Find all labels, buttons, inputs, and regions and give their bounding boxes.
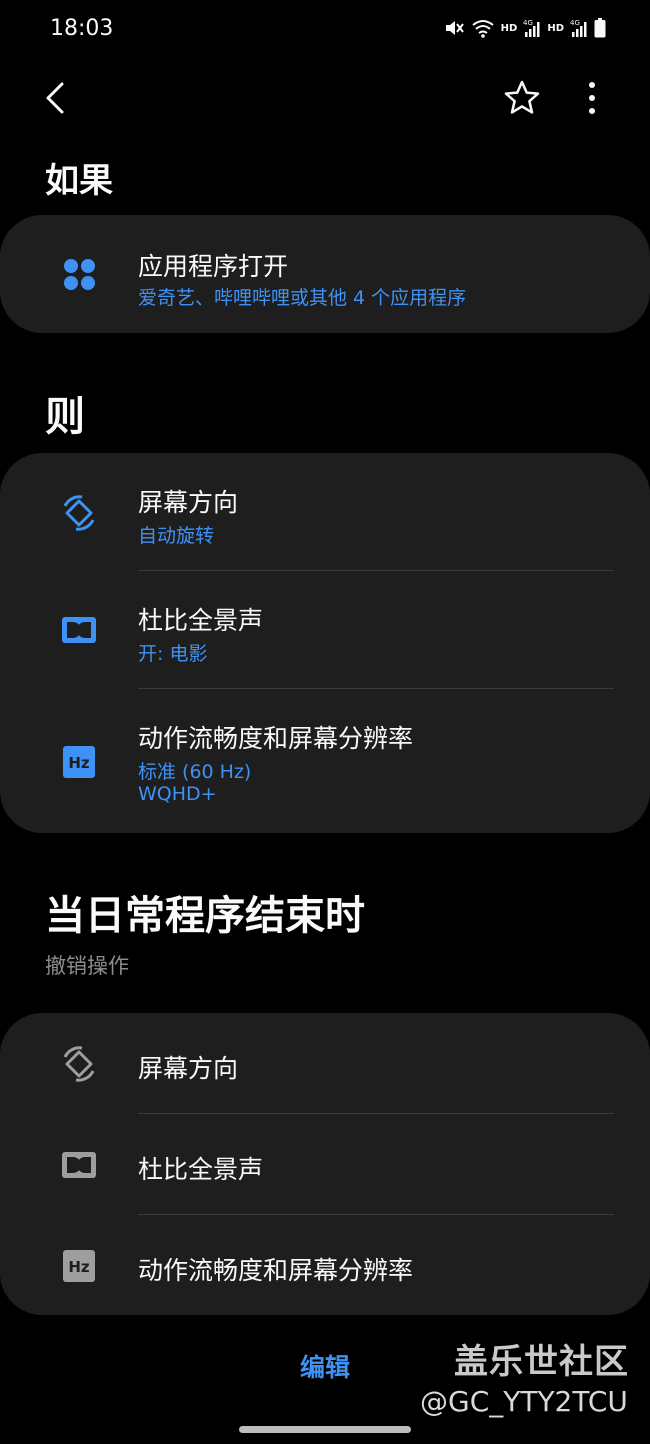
- if-section-title: 如果: [45, 161, 113, 201]
- signal-4g-icon: 4G: [523, 19, 540, 37]
- status-icons: HD 4G HD 4G: [443, 17, 606, 39]
- action-subtitle: 自动旋转: [138, 525, 215, 547]
- hd-label: HD: [547, 22, 564, 34]
- if-card: 应用程序打开 爱奇艺、哔哩哔哩或其他 4 个应用程序: [0, 215, 650, 333]
- undo-row-screen-orientation[interactable]: 屏幕方向: [0, 1013, 650, 1114]
- trigger-subtitle: 爱奇艺、哔哩哔哩或其他 4 个应用程序: [138, 287, 467, 309]
- undo-row-motion-smoothness[interactable]: Hz 动作流畅度和屏幕分辨率: [0, 1215, 650, 1315]
- trigger-app-open-row[interactable]: 应用程序打开 爱奇艺、哔哩哔哩或其他 4 个应用程序: [0, 215, 650, 333]
- svg-text:Hz: Hz: [68, 754, 90, 772]
- status-bar: 18:03 HD 4G HD 4G: [0, 0, 650, 60]
- star-icon: [504, 80, 540, 114]
- wifi-icon: [472, 20, 494, 38]
- svg-text:4G: 4G: [523, 19, 533, 27]
- action-subtitle: 开: 电影: [138, 643, 208, 665]
- undo-title: 动作流畅度和屏幕分辨率: [138, 1256, 414, 1285]
- back-icon: [46, 82, 64, 114]
- rotate-icon: [63, 1046, 95, 1082]
- rotate-icon: [63, 495, 95, 531]
- action-subtitle: 标准 (60 Hz): [138, 761, 252, 783]
- hd-label: HD: [500, 22, 518, 34]
- favorite-button[interactable]: [500, 76, 544, 120]
- end-section-title: 当日常程序结束时: [45, 893, 365, 939]
- end-card: 屏幕方向 杜比全景声 Hz 动作流畅度和屏幕分辨率: [0, 1013, 650, 1315]
- dolby-icon: [62, 1152, 96, 1178]
- edit-button[interactable]: 编辑: [270, 1343, 380, 1393]
- undo-row-dolby-atmos[interactable]: 杜比全景声: [0, 1114, 650, 1215]
- hz-icon: Hz: [63, 746, 95, 778]
- back-button[interactable]: [36, 76, 80, 120]
- mute-icon: [445, 21, 464, 35]
- action-title: 杜比全景声: [138, 606, 264, 635]
- more-options-button[interactable]: [570, 76, 614, 120]
- action-row-motion-smoothness[interactable]: Hz 动作流畅度和屏幕分辨率 标准 (60 Hz) WQHD+: [0, 689, 650, 833]
- home-indicator[interactable]: [239, 1426, 411, 1433]
- end-section-subtitle: 撤销操作: [45, 954, 129, 978]
- action-subtitle-2: WQHD+: [138, 783, 217, 805]
- battery-icon: [594, 18, 606, 38]
- watermark-title: 盖乐世社区: [454, 1342, 629, 1382]
- undo-title: 屏幕方向: [138, 1054, 239, 1083]
- watermark-user: @GC_YTY2TCU: [420, 1385, 628, 1418]
- action-row-screen-orientation[interactable]: 屏幕方向 自动旋转: [0, 453, 650, 571]
- svg-text:4G: 4G: [570, 19, 580, 27]
- apps-icon: [64, 259, 95, 290]
- more-icon: [589, 82, 595, 114]
- signal-4g-icon: 4G: [570, 19, 587, 37]
- trigger-title: 应用程序打开: [138, 252, 289, 281]
- action-title: 动作流畅度和屏幕分辨率: [138, 724, 414, 753]
- undo-title: 杜比全景声: [138, 1155, 264, 1184]
- then-card: 屏幕方向 自动旋转 杜比全景声 开: 电影 Hz 动作流畅度和屏幕分辨率 标准 …: [0, 453, 650, 833]
- top-app-bar: [0, 70, 650, 130]
- then-section-title: 则: [45, 394, 85, 440]
- action-title: 屏幕方向: [138, 488, 239, 517]
- status-time: 18:03: [50, 16, 114, 41]
- action-row-dolby-atmos[interactable]: 杜比全景声 开: 电影: [0, 571, 650, 689]
- svg-text:Hz: Hz: [68, 1258, 90, 1276]
- hz-icon: Hz: [63, 1250, 95, 1282]
- dolby-icon: [62, 617, 96, 643]
